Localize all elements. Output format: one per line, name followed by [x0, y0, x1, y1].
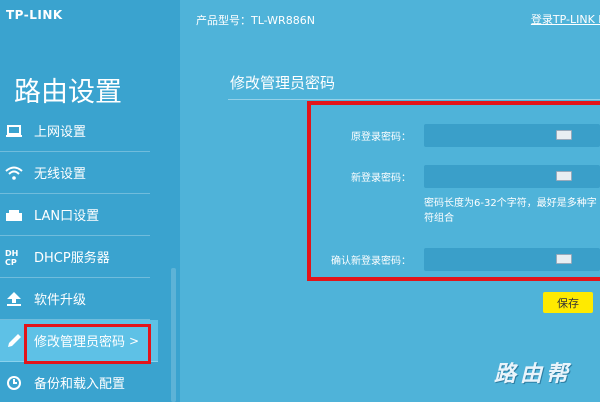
sidebar-item-label: 备份和载入配置	[34, 377, 126, 392]
save-button[interactable]: 保存	[543, 292, 593, 313]
password-hint: 密码长度为6-32个字符，最好是多种字符组合	[424, 198, 597, 224]
sidebar-item-dhcp[interactable]: DH CP DHCP服务器	[0, 236, 150, 278]
pencil-icon	[5, 332, 23, 350]
backup-icon	[5, 374, 23, 392]
svg-text:DH: DH	[5, 249, 18, 258]
keyboard-icon[interactable]	[556, 171, 572, 181]
laptop-icon	[5, 122, 23, 140]
login-tplink-id-link[interactable]: 登录TP-LINK ID	[531, 11, 600, 27]
title-divider	[228, 99, 600, 100]
sidebar-item-wireless[interactable]: 无线设置	[0, 152, 150, 194]
sidebar-scrollbar[interactable]	[171, 268, 176, 402]
svg-text:CP: CP	[5, 258, 17, 266]
dhcp-icon: DH CP	[5, 248, 23, 266]
sidebar-item-label: LAN口设置	[34, 209, 100, 224]
old-password-field[interactable]	[424, 124, 600, 147]
product-model: 产品型号：TL-WR886N	[196, 14, 315, 27]
wifi-icon	[5, 164, 23, 182]
page-title: 修改管理员密码	[230, 74, 336, 92]
lan-port-icon	[5, 206, 23, 224]
sidebar-item-label: 无线设置	[34, 167, 87, 182]
sidebar-item-backup[interactable]: 备份和载入配置	[0, 362, 150, 402]
keyboard-icon[interactable]	[556, 130, 572, 140]
keyboard-icon[interactable]	[556, 254, 572, 264]
old-password-label: 原登录密码：	[351, 132, 411, 143]
new-password-field[interactable]	[424, 165, 600, 188]
tp-link-logo: TP-LINK	[6, 8, 63, 22]
sidebar-item-label: 上网设置	[34, 125, 87, 140]
sidebar-title: 路由设置	[14, 77, 122, 108]
sidebar-item-internet[interactable]: 上网设置	[0, 110, 150, 152]
sidebar-item-label: 软件升级	[34, 293, 87, 308]
new-password-label: 新登录密码：	[351, 173, 411, 184]
sidebar-item-upgrade[interactable]: 软件升级	[0, 278, 150, 320]
header: 产品型号：TL-WR886N 登录TP-LINK ID	[180, 0, 600, 40]
active-item-highlight	[24, 324, 151, 364]
confirm-password-field[interactable]	[424, 248, 600, 271]
upload-icon	[5, 290, 23, 308]
confirm-password-label: 确认新登录密码：	[331, 256, 411, 267]
sidebar-item-label: DHCP服务器	[34, 251, 110, 266]
sidebar-item-lan[interactable]: LAN口设置	[0, 194, 150, 236]
watermark-logo: 路由帮	[494, 361, 573, 387]
